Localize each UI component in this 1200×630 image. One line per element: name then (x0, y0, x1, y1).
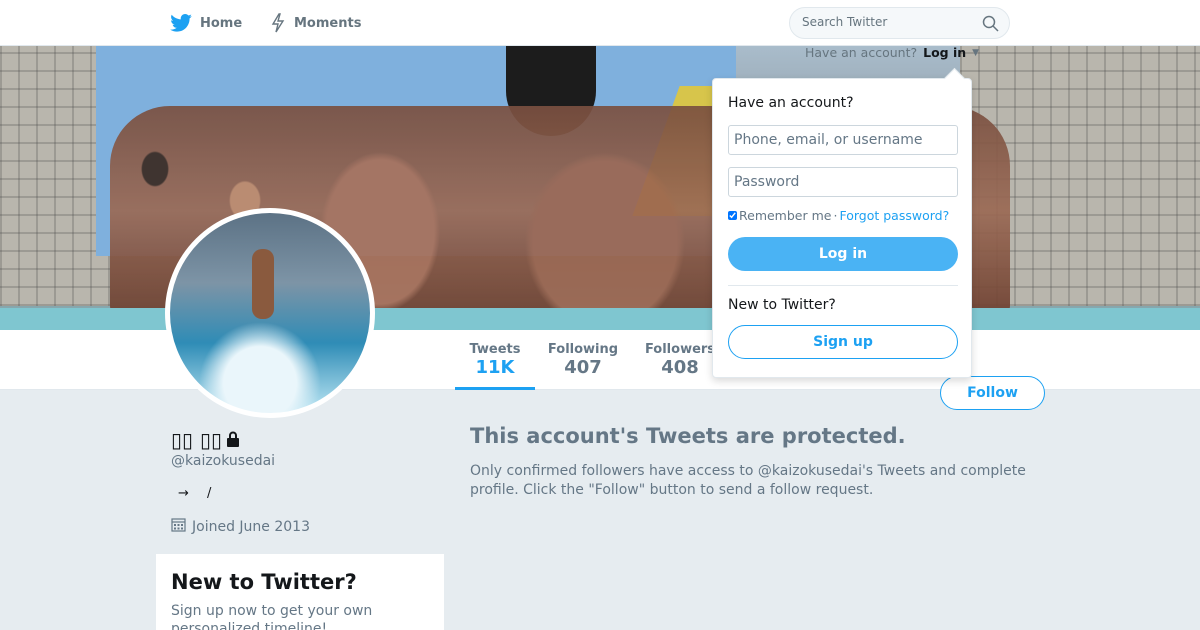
stat-following[interactable]: Following 407 (545, 342, 621, 379)
stat-label: Following (547, 342, 619, 357)
username-field[interactable] (728, 125, 958, 155)
search-box (789, 7, 1010, 39)
profile-joined: Joined June 2013 (171, 517, 310, 536)
divider (728, 285, 958, 286)
banner-fence-left (0, 46, 110, 306)
top-navigation: Home Moments (0, 0, 1200, 46)
joined-date: Joined June 2013 (192, 518, 310, 535)
profile-name: ▯▯ ▯▯ (171, 428, 240, 452)
caret-down-icon[interactable]: ▼ (972, 48, 979, 58)
protected-title: This account's Tweets are protected. (470, 424, 906, 448)
signup-card-title: New to Twitter? (171, 570, 357, 594)
profile-bio-arrow: → (178, 486, 189, 501)
remember-me-checkbox[interactable] (728, 211, 737, 220)
login-button[interactable]: Log in (728, 237, 958, 271)
profile-bio-slash: / (207, 486, 212, 501)
stat-label: Tweets (469, 342, 521, 357)
signup-button[interactable]: Sign up (728, 325, 958, 359)
stat-followers[interactable]: Followers 408 (641, 342, 719, 379)
login-prompt: Have an account? Log in ▼ (805, 45, 979, 60)
nav-moments-label: Moments (294, 15, 362, 31)
remember-me-label[interactable]: Remember me (739, 208, 831, 223)
stat-tweets[interactable]: Tweets 11K (455, 342, 535, 390)
stat-value: 408 (661, 357, 699, 378)
follow-button[interactable]: Follow (940, 376, 1045, 410)
calendar-icon (171, 517, 186, 536)
twitter-bird-icon (170, 14, 192, 32)
dropdown-heading: Have an account? (728, 95, 854, 111)
protected-body: Only confirmed followers have access to … (470, 463, 1026, 498)
forgot-password-link[interactable]: Forgot password? (839, 208, 949, 223)
remember-row: Remember me · Forgot password? (728, 208, 949, 223)
stat-value: 407 (564, 357, 602, 378)
stat-label: Followers (644, 342, 716, 357)
profile-handle[interactable]: @kaizokusedai (171, 453, 275, 469)
login-link[interactable]: Log in (923, 45, 966, 60)
lightning-icon (270, 13, 286, 33)
stat-value: 11K (475, 357, 515, 378)
login-prompt-text: Have an account? (805, 45, 918, 60)
search-input[interactable] (802, 15, 972, 29)
nav-home[interactable]: Home (170, 12, 242, 34)
nav-home-label: Home (200, 15, 243, 31)
avatar[interactable] (165, 208, 375, 418)
search-icon[interactable] (982, 15, 999, 36)
lock-icon (226, 428, 240, 452)
new-to-twitter-label: New to Twitter? (728, 297, 836, 313)
login-dropdown: Have an account? Remember me · Forgot pa… (712, 78, 972, 378)
signup-card: New to Twitter? Sign up now to get your … (156, 554, 444, 630)
profile-display-name: ▯▯ ▯▯ (171, 428, 222, 452)
password-field[interactable] (728, 167, 958, 197)
nav-moments[interactable]: Moments (270, 12, 361, 34)
separator: · (833, 208, 838, 223)
signup-card-text: Sign up now to get your own personalized… (171, 603, 373, 630)
